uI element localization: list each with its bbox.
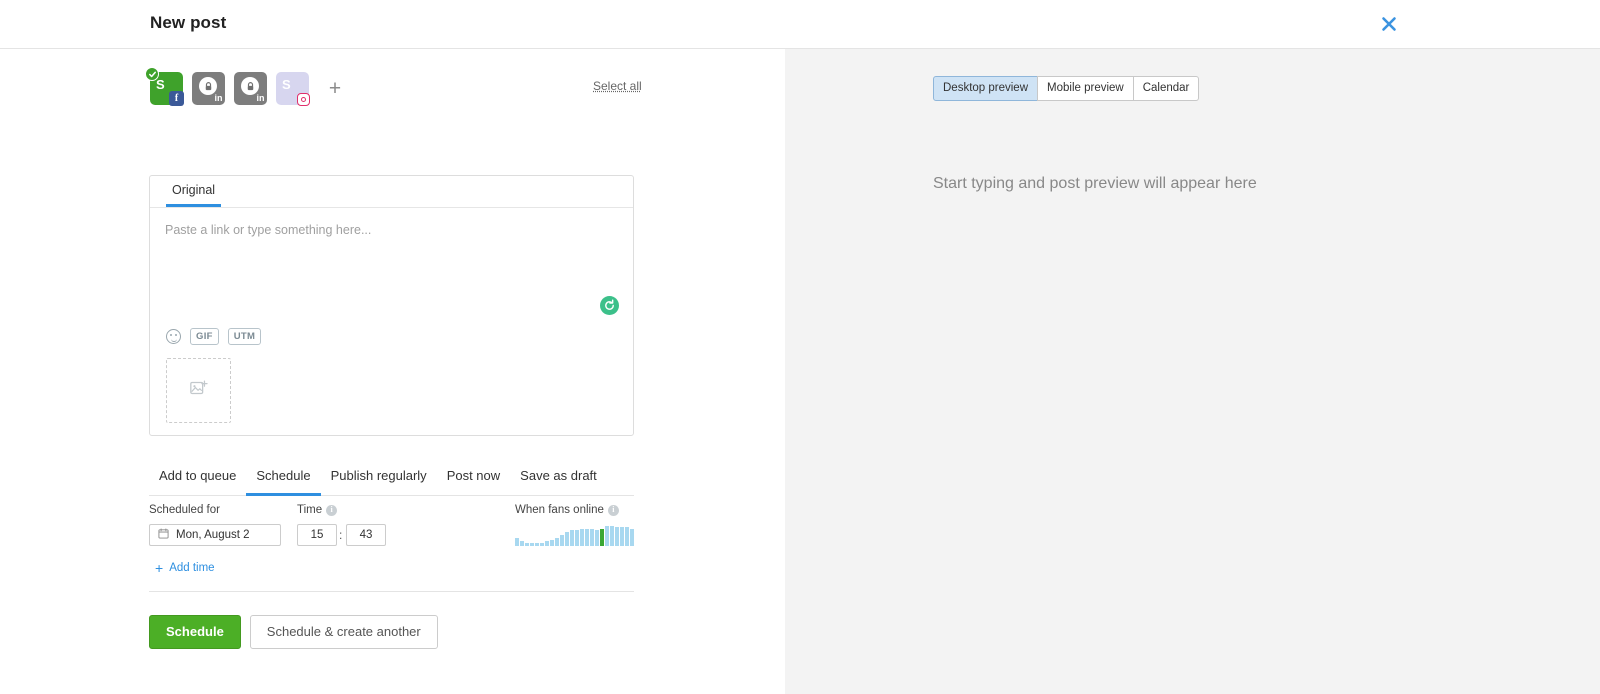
add-time-label: Add time <box>169 562 215 574</box>
add-time-link[interactable]: + Add time <box>155 561 215 575</box>
time-separator: : <box>339 528 343 542</box>
close-icon <box>1380 15 1398 33</box>
time-label-text: Time <box>297 504 323 516</box>
composer-tab-bar: Original <box>150 176 633 208</box>
emoji-icon[interactable] <box>166 329 181 345</box>
fans-online-bar[interactable] <box>615 527 619 546</box>
fans-online-bar[interactable] <box>570 530 574 546</box>
scheduled-date-input[interactable]: Mon, August 2 <box>149 524 281 546</box>
divider <box>149 591 634 592</box>
toggle-desktop-preview[interactable]: Desktop preview <box>933 76 1039 101</box>
scheduled-for-label: Scheduled for <box>149 504 220 516</box>
page-title: New post <box>150 13 227 32</box>
schedule-create-another-button[interactable]: Schedule & create another <box>249 615 438 649</box>
fans-online-bar[interactable] <box>595 530 599 546</box>
fans-online-bar[interactable] <box>530 542 534 546</box>
fans-online-bar[interactable] <box>605 525 609 546</box>
fans-online-bar[interactable] <box>515 538 519 546</box>
fans-online-bar[interactable] <box>560 535 564 546</box>
add-account-button[interactable]: + <box>322 76 348 102</box>
fans-online-bar[interactable] <box>630 528 634 546</box>
fans-online-bar[interactable] <box>625 527 629 546</box>
action-buttons: Schedule Schedule & create another <box>149 615 438 649</box>
scheduled-date-value: Mon, August 2 <box>176 529 250 541</box>
linkedin-account-2-avatar[interactable]: in <box>234 72 267 105</box>
preview-mode-toggle: Desktop preview Mobile preview Calendar <box>933 76 1200 101</box>
tab-publish-regularly[interactable]: Publish regularly <box>321 462 437 496</box>
account-selector: S f in in S + <box>145 67 348 106</box>
utm-button[interactable]: UTM <box>227 328 262 346</box>
toggle-mobile-preview[interactable]: Mobile preview <box>1037 76 1134 101</box>
info-icon[interactable]: i <box>607 504 619 516</box>
time-minute-input[interactable] <box>346 524 386 546</box>
fans-online-bar[interactable] <box>600 528 604 546</box>
instagram-account-avatar[interactable]: S <box>276 72 310 106</box>
tab-add-to-queue[interactable]: Add to queue <box>149 462 246 496</box>
post-composer: Original GIF UTM <box>149 175 634 436</box>
gif-button[interactable]: GIF <box>190 328 219 346</box>
media-upload-dropzone[interactable] <box>166 358 231 423</box>
editor-toolbar: GIF UTM <box>166 328 262 346</box>
tab-save-as-draft[interactable]: Save as draft <box>510 462 607 496</box>
fans-online-bar[interactable] <box>545 541 549 546</box>
fans-online-bar[interactable] <box>565 531 569 546</box>
tab-schedule[interactable]: Schedule <box>246 462 321 496</box>
fans-online-bar[interactable] <box>520 541 524 546</box>
fans-online-bar[interactable] <box>540 542 544 546</box>
toggle-calendar[interactable]: Calendar <box>1132 76 1200 101</box>
info-icon[interactable]: i <box>326 504 338 516</box>
linkedin-badge-icon: in <box>214 93 223 103</box>
modal-header: New post <box>0 0 1600 49</box>
compose-pane: S f in in S + Select all Original Paste … <box>0 49 785 694</box>
tab-post-now[interactable]: Post now <box>437 462 510 496</box>
fans-online-bar[interactable] <box>575 530 579 546</box>
instagram-badge-icon <box>297 93 310 106</box>
fans-online-bar[interactable] <box>580 528 584 546</box>
facebook-account-avatar[interactable]: S f <box>145 67 184 106</box>
schedule-button[interactable]: Schedule <box>149 615 241 649</box>
fans-online-label: When fans online i <box>515 504 619 516</box>
fans-online-bar[interactable] <box>535 542 539 546</box>
fans-online-bar[interactable] <box>590 528 594 546</box>
fans-online-label-text: When fans online <box>515 504 604 516</box>
time-hour-input[interactable] <box>297 524 337 546</box>
publish-mode-tabs: Add to queue Schedule Publish regularly … <box>149 462 634 496</box>
time-label: Time i <box>297 504 338 516</box>
add-image-icon <box>189 378 209 403</box>
avatar-initial: S <box>282 77 291 92</box>
post-content-input[interactable] <box>150 209 633 339</box>
selected-check-icon <box>145 67 159 81</box>
fans-online-bar[interactable] <box>620 527 624 546</box>
select-all-link[interactable]: Select all <box>593 79 642 93</box>
schedule-fields: Scheduled for Mon, August 2 Time i : <box>149 504 634 554</box>
refresh-icon[interactable] <box>600 296 619 315</box>
linkedin-account-1-avatar[interactable]: in <box>192 72 225 105</box>
when-fans-online-chart[interactable] <box>515 524 635 546</box>
scheduled-for-label-text: Scheduled for <box>149 504 220 516</box>
fans-online-bar[interactable] <box>550 539 554 546</box>
fans-online-bar[interactable] <box>610 525 614 546</box>
tab-original[interactable]: Original <box>166 176 222 207</box>
calendar-icon <box>158 528 169 542</box>
linkedin-badge-icon: in <box>256 93 265 103</box>
plus-icon: + <box>155 560 164 576</box>
modal-body: S f in in S + Select all Original Paste … <box>0 49 1600 694</box>
preview-empty-message: Start typing and post preview will appea… <box>933 175 1257 192</box>
preview-pane: Desktop preview Mobile preview Calendar … <box>785 49 1600 694</box>
facebook-badge-icon: f <box>169 91 184 106</box>
avatar-initial: S <box>156 77 165 92</box>
close-button[interactable] <box>1376 11 1402 37</box>
fans-online-bar[interactable] <box>525 542 529 546</box>
fans-online-bar[interactable] <box>555 538 559 546</box>
fans-online-bar[interactable] <box>585 528 589 546</box>
